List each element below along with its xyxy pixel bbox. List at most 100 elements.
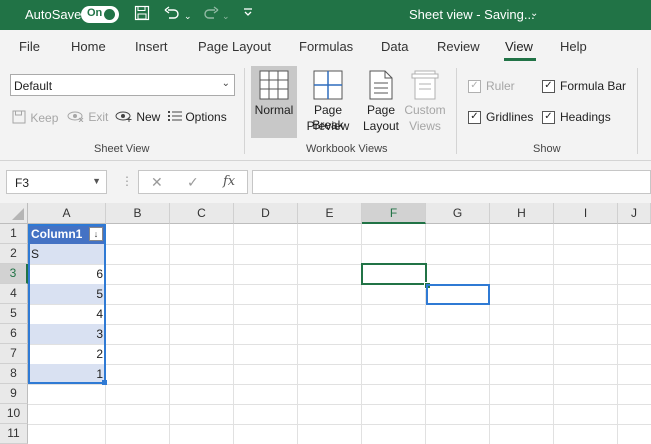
sheet-view-dropdown[interactable]: Default ⌄ — [10, 74, 235, 96]
custom-views-icon — [411, 70, 439, 100]
custom-views-button[interactable]: Custom Views — [403, 66, 447, 138]
formula-bar-label: Formula Bar — [560, 79, 627, 93]
column-header-a[interactable]: A — [28, 203, 106, 224]
gridline — [28, 324, 651, 325]
row-header-2[interactable]: 2 — [0, 244, 28, 264]
exit-view-icon — [67, 111, 84, 123]
page-layout-label-1: Page — [366, 103, 396, 117]
formula-input[interactable] — [252, 170, 651, 194]
sheet-view-value: Default — [14, 79, 53, 93]
row-header-1[interactable]: 1 — [0, 224, 28, 244]
exit-button[interactable]: Exit — [67, 110, 108, 124]
selected-cell-g4[interactable] — [426, 284, 490, 305]
insert-function-icon[interactable]: fx — [223, 174, 235, 189]
options-list-icon — [168, 111, 182, 121]
autosave-toggle[interactable]: On — [81, 6, 119, 23]
select-all-triangle-icon — [12, 208, 24, 220]
column-header-c[interactable]: C — [170, 203, 234, 224]
name-box[interactable]: F3 ▼ — [6, 170, 107, 194]
column-header-b[interactable]: B — [106, 203, 170, 224]
menu-review[interactable]: Review — [437, 39, 480, 54]
autosave-state: On — [87, 7, 103, 19]
page-layout-label-2: Layout — [362, 119, 400, 133]
menu-view[interactable]: View — [505, 39, 533, 54]
column-header-g[interactable]: G — [426, 203, 490, 224]
normal-view-icon — [259, 70, 289, 100]
column-header-i[interactable]: I — [554, 203, 618, 224]
menu-bar: File Home Insert Page Layout Formulas Da… — [0, 30, 651, 62]
name-box-dropdown-icon[interactable]: ▼ — [92, 176, 101, 186]
row-header-5[interactable]: 5 — [0, 304, 28, 324]
row-header-6[interactable]: 6 — [0, 324, 28, 344]
gridline — [28, 424, 651, 425]
options-button[interactable]: Options — [168, 110, 227, 124]
row-header-7[interactable]: 7 — [0, 344, 28, 364]
table-resize-handle[interactable] — [102, 380, 107, 385]
exit-label: Exit — [88, 110, 109, 124]
title-chevron-icon[interactable]: ⌄ — [530, 8, 538, 19]
new-button[interactable]: New — [115, 110, 160, 124]
gridlines-checkbox[interactable]: ✓ — [468, 111, 481, 124]
menu-home[interactable]: Home — [71, 39, 106, 54]
group-separator — [637, 68, 638, 154]
title-bar: AutoSave On ⌄ ⌄ Sheet view - Saving... ⌄ — [0, 0, 651, 30]
menu-file[interactable]: File — [19, 39, 40, 54]
menu-insert[interactable]: Insert — [135, 39, 168, 54]
formula-buttons: ✕ ✓ fx — [138, 170, 248, 194]
row-header-3[interactable]: 3 — [0, 264, 28, 284]
cancel-icon[interactable]: ✕ — [151, 174, 163, 191]
toggle-knob — [104, 9, 115, 20]
formula-bar-checkbox[interactable]: ✓ — [542, 80, 555, 93]
headings-label: Headings — [560, 110, 611, 124]
column-header-e[interactable]: E — [298, 203, 362, 224]
keep-button[interactable]: Keep — [12, 110, 58, 125]
normal-view-button[interactable]: Normal — [251, 66, 297, 138]
gridline — [28, 404, 651, 405]
page-break-label-2: Preview — [306, 119, 350, 133]
customize-qat-icon[interactable] — [243, 5, 253, 23]
column-header-f[interactable]: F — [362, 203, 426, 224]
save-icon[interactable] — [134, 5, 150, 26]
undo-dropdown-icon[interactable]: ⌄ — [184, 7, 192, 25]
resize-handle-icon[interactable]: ⋮ — [121, 174, 133, 188]
sheet-view-group-label: Sheet View — [94, 143, 150, 155]
page-break-preview-icon — [313, 70, 343, 100]
menu-page-layout[interactable]: Page Layout — [198, 39, 271, 54]
keep-label: Keep — [30, 111, 59, 125]
new-label: New — [136, 110, 161, 124]
active-cell-f3[interactable] — [361, 263, 427, 285]
column-header-j[interactable]: J — [618, 203, 651, 224]
enter-icon[interactable]: ✓ — [187, 174, 199, 191]
ruler-checkbox[interactable]: ✓ — [468, 80, 481, 93]
active-tab-indicator — [504, 58, 536, 61]
custom-views-label-2: Views — [409, 119, 441, 133]
column-header-d[interactable]: D — [234, 203, 298, 224]
row-header-9[interactable]: 9 — [0, 384, 28, 404]
options-label: Options — [185, 110, 227, 124]
page-layout-view-button[interactable]: Page Layout — [361, 66, 401, 138]
headings-checkbox[interactable]: ✓ — [542, 111, 555, 124]
row-header-8[interactable]: 8 — [0, 364, 28, 384]
select-all-button[interactable] — [0, 203, 28, 224]
row-header-10[interactable]: 10 — [0, 404, 28, 424]
page-break-preview-button[interactable]: Page Break Preview — [297, 66, 359, 138]
row-header-4[interactable]: 4 — [0, 284, 28, 304]
keep-icon — [12, 110, 26, 124]
workbook-views-group-label: Workbook Views — [306, 143, 388, 155]
undo-icon[interactable] — [163, 5, 181, 26]
redo-icon[interactable] — [202, 5, 220, 26]
ruler-label: Ruler — [486, 79, 515, 93]
menu-data[interactable]: Data — [381, 39, 408, 54]
gridline — [553, 224, 554, 444]
gridline — [169, 224, 170, 444]
row-header-11[interactable]: 11 — [0, 424, 28, 444]
menu-help[interactable]: Help — [560, 39, 587, 54]
gridline — [28, 304, 651, 305]
gridline — [617, 224, 618, 444]
group-separator — [244, 68, 245, 154]
gridline — [489, 224, 490, 444]
redo-dropdown-icon[interactable]: ⌄ — [222, 7, 230, 25]
column-header-h[interactable]: H — [490, 203, 554, 224]
document-title[interactable]: Sheet view - Saving... — [409, 7, 535, 22]
menu-formulas[interactable]: Formulas — [299, 39, 353, 54]
